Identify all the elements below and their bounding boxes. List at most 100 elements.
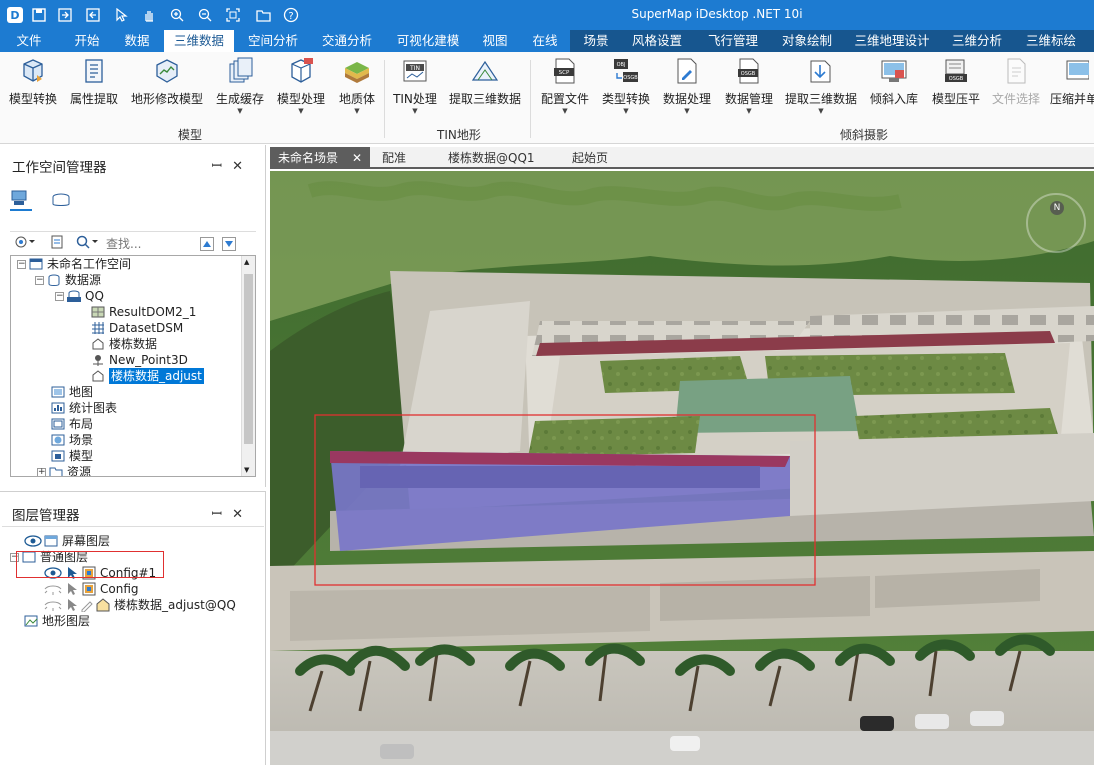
scene-viewport[interactable]: N	[270, 171, 1094, 765]
attr-extract-icon	[85, 59, 103, 83]
search-next-button[interactable]	[222, 236, 236, 251]
extract-3d-data-button[interactable]: 提取三维数据	[444, 56, 526, 107]
tab-3d-data[interactable]: 三维数据	[164, 30, 234, 52]
region-dataset-icon	[92, 338, 104, 350]
doc-tab-start-page[interactable]: 起始页	[572, 147, 608, 169]
tree-dataset-dsm[interactable]: DatasetDSM	[91, 320, 183, 336]
layer-terrain[interactable]: 地形图层	[24, 613, 90, 629]
tab-view[interactable]: 视图	[476, 30, 514, 52]
tab-style-settings[interactable]: 风格设置	[626, 30, 688, 52]
tree-scenes[interactable]: 场景	[51, 432, 93, 448]
close-icon[interactable]: ✕	[232, 507, 253, 522]
model-flatten-button[interactable]: OSGB 模型压平	[926, 56, 986, 107]
terrain-modify-button[interactable]: 地形修改模型	[128, 56, 206, 107]
selectable-pointer-icon[interactable]	[66, 598, 78, 612]
close-tab-icon[interactable]: ✕	[352, 147, 362, 169]
tree-dataset-building[interactable]: 楼栋数据	[91, 336, 157, 352]
oblique-import-button[interactable]: 倾斜入库	[866, 56, 922, 107]
layer-screen[interactable]: 屏幕图层	[24, 533, 110, 549]
hidden-eye-icon[interactable]	[44, 583, 62, 595]
close-icon[interactable]: ✕	[232, 159, 253, 174]
file-select-button[interactable]: 文件选择	[990, 56, 1042, 107]
compress-merge-button[interactable]: 压缩并单	[1048, 56, 1094, 107]
tab-3d-analysis[interactable]: 三维分析	[946, 30, 1008, 52]
tab-3d-geo-design[interactable]: 三维地理设计	[850, 30, 934, 52]
layer-manager-panel: 图层管理器 ꟷ✕ 屏幕图层 − 普通图层 Config#1 Config 楼栋数…	[0, 491, 266, 765]
tab-file[interactable]: 文件	[8, 30, 50, 52]
tree-datasource-qq[interactable]: − QQ	[55, 288, 104, 304]
tab-data[interactable]: 数据	[116, 30, 158, 52]
view-mode-icon[interactable]	[14, 235, 38, 252]
doc-tab-building-data[interactable]: 楼栋数据@QQ1	[448, 147, 535, 169]
tab-object-drawing[interactable]: 对象绘制	[776, 30, 838, 52]
model-convert-button[interactable]: 模型转换	[4, 56, 62, 107]
workspace-tree-tab[interactable]	[10, 189, 32, 211]
type-convert-icon: OBJ OSGB	[614, 59, 638, 82]
collapse-toggle[interactable]: −	[55, 291, 64, 301]
tree-layouts[interactable]: 布局	[51, 416, 93, 432]
group-label-model: 模型	[178, 128, 203, 142]
tin-process-button[interactable]: TIN TIN处理 ▼	[390, 56, 440, 115]
doc-tab-scene[interactable]: 未命名场景 ✕	[270, 147, 370, 169]
tree-resources[interactable]: + 资源	[37, 464, 91, 476]
visible-eye-icon[interactable]	[24, 535, 42, 547]
tree-scrollbar[interactable]: ▲ ▼	[241, 256, 255, 476]
search-input[interactable]	[106, 234, 194, 253]
search-icon[interactable]	[76, 235, 102, 252]
edit-disabled-icon[interactable]	[80, 598, 94, 612]
layer-building-adjust[interactable]: 楼栋数据_adjust@QQ	[44, 597, 236, 613]
ribbon-tab-bar: 文件 开始 数据 三维数据 空间分析 交通分析 可视化建模 视图 在线 场景 风…	[0, 30, 1094, 52]
tree-maps[interactable]: 地图	[51, 384, 93, 400]
extract-3d-data-oblique-button[interactable]: 提取三维数据 ▼	[782, 56, 860, 115]
tab-start[interactable]: 开始	[64, 30, 110, 52]
tab-3d-plotting[interactable]: 三维标绘	[1020, 30, 1082, 52]
collapse-toggle[interactable]: −	[17, 259, 26, 269]
tree-charts[interactable]: 统计图表	[51, 400, 117, 416]
hidden-eye-icon[interactable]	[44, 599, 62, 611]
svg-text:OSGB: OSGB	[949, 76, 964, 82]
data-manage-button[interactable]: OSGB 数据管理 ▼	[720, 56, 778, 115]
data-process-button[interactable]: 数据处理 ▼	[658, 56, 716, 115]
tree-workspace-root[interactable]: − 未命名工作空间	[17, 256, 131, 272]
tab-scene[interactable]: 场景	[576, 30, 616, 52]
model-process-button[interactable]: 模型处理 ▼	[272, 56, 330, 115]
attr-extract-button[interactable]: 属性提取	[66, 56, 122, 107]
tab-flight-management[interactable]: 飞行管理	[702, 30, 764, 52]
compass-north-icon[interactable]: N	[1050, 201, 1064, 215]
tree-datasources[interactable]: − 数据源	[35, 272, 101, 288]
terrain-layer-icon	[24, 615, 38, 627]
pin-icon[interactable]: ꟷ	[212, 159, 233, 174]
expand-toggle[interactable]: +	[37, 467, 46, 476]
type-convert-button[interactable]: OBJ OSGB 类型转换 ▼	[598, 56, 654, 115]
config-file-button[interactable]: SCP 配置文件 ▼	[536, 56, 594, 115]
terrain-modify-icon	[156, 59, 178, 83]
scrollbar-thumb[interactable]	[244, 274, 253, 444]
collapse-toggle[interactable]: −	[35, 275, 44, 285]
tab-spatial-analysis[interactable]: 空间分析	[240, 30, 306, 52]
pin-icon[interactable]: ꟷ	[212, 507, 233, 522]
tree-dataset-resultdom[interactable]: ResultDOM2_1	[91, 304, 196, 320]
tab-visual-modeling[interactable]: 可视化建模	[388, 30, 468, 52]
svg-text:TIN: TIN	[409, 65, 420, 72]
model-process-icon	[291, 58, 313, 83]
geo-body-button[interactable]: 地质体 ▼	[334, 56, 380, 115]
doc-tab-register[interactable]: 配准	[382, 147, 406, 169]
scene-node-icon	[51, 434, 65, 446]
model-convert-icon	[23, 59, 43, 82]
selectable-pointer-icon[interactable]	[66, 582, 78, 596]
database-tab[interactable]	[50, 191, 72, 212]
layer-config[interactable]: Config	[44, 581, 139, 597]
group-label-oblique: 倾斜摄影	[840, 128, 889, 142]
svg-text:OSGB: OSGB	[623, 75, 638, 81]
layout-node-icon	[51, 418, 65, 430]
tab-traffic-analysis[interactable]: 交通分析	[316, 30, 378, 52]
search-prev-button[interactable]	[200, 236, 214, 251]
tab-online[interactable]: 在线	[526, 30, 564, 52]
gen-cache-button[interactable]: 生成缓存 ▼	[212, 56, 268, 115]
tree-dataset-building-adjust[interactable]: 楼栋数据_adjust	[91, 368, 204, 384]
open-workspace-icon[interactable]	[50, 235, 64, 252]
tree-dataset-point3d[interactable]: New_Point3D	[91, 352, 188, 368]
tree-models[interactable]: 模型	[51, 448, 93, 464]
navigation-compass[interactable]: N	[1026, 193, 1086, 253]
file-select-icon	[1007, 58, 1026, 84]
